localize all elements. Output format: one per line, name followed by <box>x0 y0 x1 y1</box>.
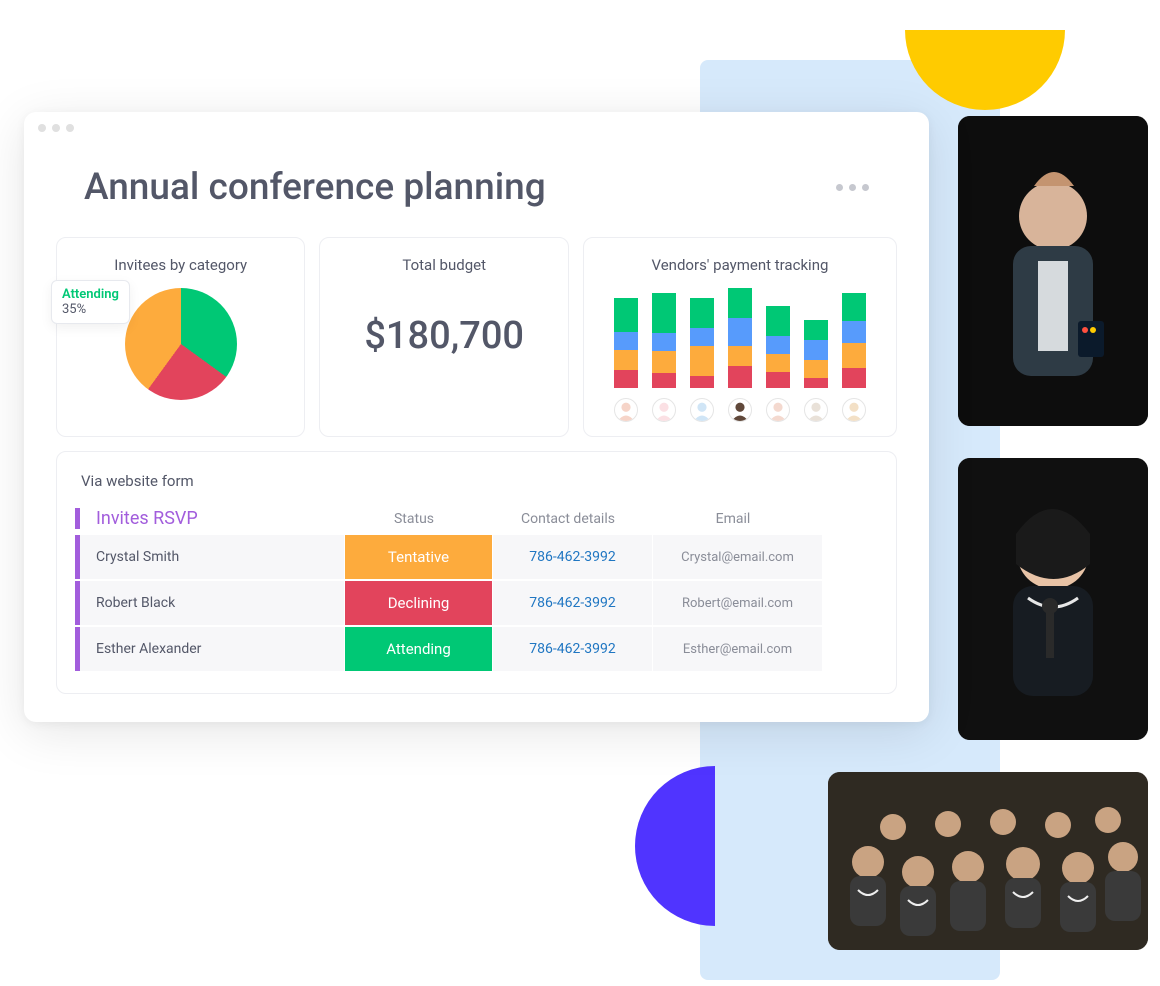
cell-status[interactable]: Tentative <box>345 535 493 579</box>
widget-invitees[interactable]: Invitees by category Attending 35% <box>56 237 305 437</box>
cell-email[interactable]: Robert@email.com <box>653 581 823 625</box>
cell-name: Robert Black <box>80 581 345 625</box>
cell-status[interactable]: Declining <box>345 581 493 625</box>
bar-segment <box>614 298 638 332</box>
column-header-email: Email <box>648 511 818 527</box>
bar-segment <box>652 333 676 351</box>
bar-segment <box>690 328 714 346</box>
window-dot-icon <box>66 124 74 132</box>
widget-title: Total budget <box>336 256 551 274</box>
cell-email[interactable]: Esther@email.com <box>653 627 823 671</box>
photo-attendee-mic <box>958 458 1148 740</box>
bar-segment <box>804 378 828 388</box>
bar-segment <box>766 336 790 354</box>
cell-contact[interactable]: 786-462-3992 <box>493 535 653 579</box>
stacked-bar <box>728 288 752 388</box>
vendor-avatar[interactable] <box>728 398 752 422</box>
window-dot-icon <box>38 124 46 132</box>
cell-contact[interactable]: 786-462-3992 <box>493 627 653 671</box>
cell-name: Crystal Smith <box>80 535 345 579</box>
bar-segment <box>842 293 866 321</box>
stacked-bar <box>842 293 866 388</box>
bar-segment <box>842 321 866 343</box>
widget-vendors[interactable]: Vendors' payment tracking <box>583 237 897 437</box>
pie-callout-percent: 35% <box>62 302 119 317</box>
photo-audience <box>828 772 1148 950</box>
page-title: Annual conference planning <box>84 166 546 209</box>
stacked-bar <box>614 298 638 388</box>
vendor-avatar[interactable] <box>652 398 676 422</box>
bar-segment <box>728 318 752 346</box>
dashboard-card: Annual conference planning Invitees by c… <box>24 112 929 722</box>
stacked-bar <box>804 320 828 388</box>
column-header-contact: Contact details <box>488 511 648 527</box>
bar-segment <box>652 351 676 373</box>
photo-speaker <box>958 116 1148 426</box>
more-options-button[interactable] <box>836 184 869 191</box>
bar-segment <box>842 343 866 368</box>
widget-budget[interactable]: Total budget $180,700 <box>319 237 568 437</box>
bar-segment <box>728 346 752 366</box>
rsvp-group-title[interactable]: Invites RSVP <box>96 508 198 529</box>
bar-segment <box>804 320 828 340</box>
table-row[interactable]: Crystal SmithTentative786-462-3992Crysta… <box>75 535 868 579</box>
vendor-avatar[interactable] <box>842 398 866 422</box>
bar-segment <box>728 288 752 318</box>
stacked-bar-chart <box>600 288 880 388</box>
stacked-bar <box>690 298 714 388</box>
table-caption: Via website form <box>81 472 868 490</box>
budget-value: $180,700 <box>336 314 551 358</box>
vendor-avatar[interactable] <box>766 398 790 422</box>
bar-segment <box>652 293 676 333</box>
ellipsis-icon <box>849 184 856 191</box>
vendor-avatars-row <box>600 398 880 422</box>
ellipsis-icon <box>836 184 843 191</box>
bar-segment <box>804 360 828 378</box>
cell-status[interactable]: Attending <box>345 627 493 671</box>
vendor-avatar[interactable] <box>614 398 638 422</box>
vendor-avatar[interactable] <box>804 398 828 422</box>
bar-segment <box>614 350 638 370</box>
pie-callout: Attending 35% <box>51 280 130 324</box>
stacked-bar <box>766 306 790 388</box>
vendor-avatar[interactable] <box>690 398 714 422</box>
bar-segment <box>842 368 866 388</box>
bar-segment <box>804 340 828 360</box>
window-dot-icon <box>52 124 60 132</box>
bar-segment <box>766 372 790 388</box>
table-row[interactable]: Esther AlexanderAttending786-462-3992Est… <box>75 627 868 671</box>
widget-title: Invitees by category <box>73 256 288 274</box>
bar-segment <box>728 366 752 388</box>
rsvp-table-section: Via website form Invites RSVP Status Con… <box>56 451 897 694</box>
bar-segment <box>690 346 714 376</box>
cell-email[interactable]: Crystal@email.com <box>653 535 823 579</box>
ellipsis-icon <box>862 184 869 191</box>
stacked-bar <box>652 293 676 388</box>
bar-segment <box>652 373 676 388</box>
window-titlebar <box>24 112 929 132</box>
table-row[interactable]: Robert BlackDeclining786-462-3992Robert@… <box>75 581 868 625</box>
bar-segment <box>614 370 638 388</box>
column-header-status: Status <box>340 511 488 527</box>
bar-segment <box>766 306 790 336</box>
cell-name: Esther Alexander <box>80 627 345 671</box>
pie-callout-label: Attending <box>62 287 119 302</box>
pie-chart <box>125 288 237 400</box>
cell-contact[interactable]: 786-462-3992 <box>493 581 653 625</box>
bar-segment <box>690 376 714 388</box>
widget-title: Vendors' payment tracking <box>600 256 880 274</box>
bar-segment <box>690 298 714 328</box>
bar-segment <box>614 332 638 350</box>
bar-segment <box>766 354 790 372</box>
